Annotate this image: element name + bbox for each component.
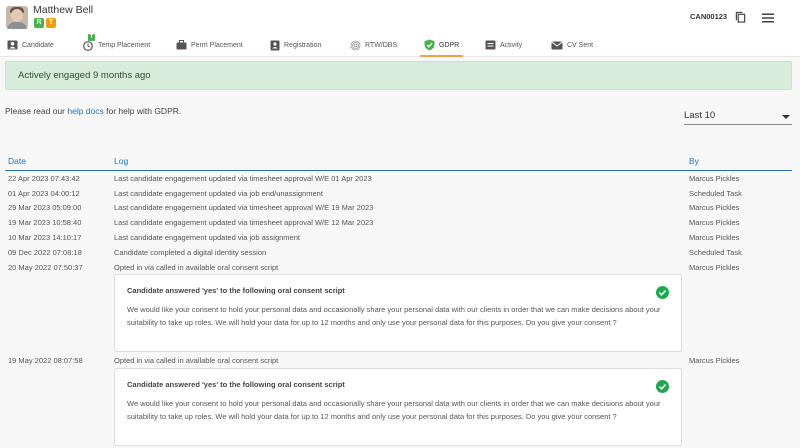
- tab-label: Registration: [284, 41, 322, 49]
- row-by: Scheduled Task: [689, 188, 742, 198]
- row-by: Marcus Pickles: [689, 233, 740, 242]
- help-text: Please read our help docs for help with …: [5, 106, 181, 116]
- row-log: Opted in via called in available oral co…: [114, 262, 279, 272]
- tab-activity[interactable]: Activity: [485, 34, 522, 56]
- tab-temp-placement[interactable]: T Temp Placement: [82, 34, 150, 56]
- candidate-id: CAN00123: [690, 12, 728, 21]
- briefcase-icon: [176, 40, 187, 50]
- temp-placement-icon: T: [82, 34, 95, 51]
- table-row: 09 Dec 2022 07:08:18 Candidate completed…: [0, 248, 800, 262]
- registration-icon: [270, 40, 280, 50]
- row-date: 20 May 2022 07:50:37: [8, 262, 83, 272]
- candidate-header: Matthew Bell R T CAN00123 Candidate T Te…: [0, 0, 800, 57]
- help-text-after: for help with GDPR.: [103, 106, 182, 116]
- tab-rtw-dbs[interactable]: RTW/DBS: [350, 34, 397, 56]
- table-row: 22 Apr 2023 07:43:42 Last candidate enga…: [0, 174, 800, 188]
- row-by: Marcus Pickles: [689, 262, 740, 272]
- person-card-icon: [7, 40, 18, 50]
- shield-check-icon: [424, 39, 435, 51]
- tab-label: GDPR: [439, 41, 460, 49]
- check-circle-icon: [656, 286, 669, 299]
- envelope-icon: [551, 41, 563, 49]
- row-date: 22 Apr 2023 07:43:42: [8, 174, 80, 183]
- table-row: 01 Apr 2023 04:00:12 Last candidate enga…: [0, 189, 800, 203]
- activity-icon: [485, 40, 496, 50]
- row-by: Marcus Pickles: [689, 174, 740, 183]
- row-log: Candidate completed a digital identity s…: [114, 248, 267, 257]
- help-text-before: Please read our: [5, 106, 68, 116]
- tab-bar: Candidate T Temp Placement Perm Placemen…: [0, 34, 800, 57]
- consent-script-card: Candidate answered 'yes' to the followin…: [114, 368, 682, 446]
- row-log: Last candidate engagement updated via jo…: [114, 188, 323, 198]
- tab-candidate[interactable]: Candidate: [7, 34, 54, 56]
- row-date: 10 Mar 2023 14:10:17: [8, 233, 82, 242]
- consent-card-text: We would like your consent to hold your …: [127, 305, 661, 327]
- row-date: 19 May 2022 08:07:58: [8, 356, 83, 365]
- column-header-log[interactable]: Log: [114, 156, 128, 166]
- header-divider: [5, 170, 792, 171]
- tab-label: Activity: [500, 41, 523, 49]
- engagement-alert: Actively engaged 9 months ago: [5, 61, 792, 90]
- tab-label: Candidate: [22, 41, 54, 49]
- row-log: Last candidate engagement updated via ti…: [114, 174, 372, 183]
- history-filter-value: Last 10: [684, 110, 716, 121]
- column-header-by[interactable]: By: [689, 156, 699, 166]
- consent-card-title: Candidate answered 'yes' to the followin…: [127, 380, 345, 389]
- table-row: 10 Mar 2023 14:10:17 Last candidate enga…: [0, 233, 800, 247]
- tab-registration[interactable]: Registration: [270, 34, 321, 56]
- copy-icon[interactable]: [735, 11, 746, 23]
- row-log: Last candidate engagement updated via ti…: [114, 203, 374, 212]
- status-badge-t: T: [46, 18, 56, 28]
- row-date: 29 Mar 2023 05:09:00: [8, 203, 82, 212]
- tab-perm-placement[interactable]: Perm Placement: [176, 34, 243, 56]
- table-row: 19 Mar 2023 10:58:40 Last candidate enga…: [0, 218, 800, 232]
- avatar[interactable]: [6, 6, 28, 29]
- consent-card-title: Candidate answered 'yes' to the followin…: [127, 286, 345, 295]
- candidate-name: Matthew Bell: [33, 4, 94, 16]
- fingerprint-icon: [350, 40, 361, 50]
- help-docs-link[interactable]: help docs: [67, 106, 103, 116]
- row-date: 19 Mar 2023 10:58:40: [8, 218, 82, 227]
- chevron-down-icon: [782, 115, 790, 119]
- row-by: Marcus Pickles: [689, 218, 740, 227]
- tab-label: Temp Placement: [98, 41, 151, 49]
- row-by: Marcus Pickles: [689, 203, 740, 212]
- row-by: Scheduled Task: [689, 248, 742, 257]
- row-log: Last candidate engagement updated via ti…: [114, 218, 374, 227]
- row-by: Marcus Pickles: [689, 356, 740, 365]
- row-log: Last candidate engagement updated via jo…: [114, 233, 300, 242]
- tab-label: RTW/DBS: [365, 41, 398, 49]
- hamburger-menu-icon[interactable]: [762, 13, 774, 23]
- tab-cv-sent[interactable]: CV Sent: [551, 34, 593, 56]
- history-filter-select[interactable]: Last 10: [684, 108, 792, 125]
- row-date: 01 Apr 2023 04:00:12: [8, 188, 80, 198]
- row-log: Opted in via called in available oral co…: [114, 356, 279, 365]
- tab-badge: T: [88, 34, 95, 41]
- status-badge-r: R: [34, 18, 44, 28]
- tab-gdpr[interactable]: GDPR: [419, 34, 464, 57]
- row-date: 09 Dec 2022 07:08:18: [8, 248, 82, 257]
- column-header-date[interactable]: Date: [8, 156, 26, 166]
- table-row: 29 Mar 2023 05:09:00 Last candidate enga…: [0, 203, 800, 217]
- check-circle-icon: [656, 380, 669, 393]
- tab-label: Perm Placement: [191, 41, 243, 49]
- consent-card-text: We would like your consent to hold your …: [127, 399, 661, 421]
- consent-script-card: Candidate answered 'yes' to the followin…: [114, 274, 682, 352]
- tab-label: CV Sent: [567, 41, 594, 49]
